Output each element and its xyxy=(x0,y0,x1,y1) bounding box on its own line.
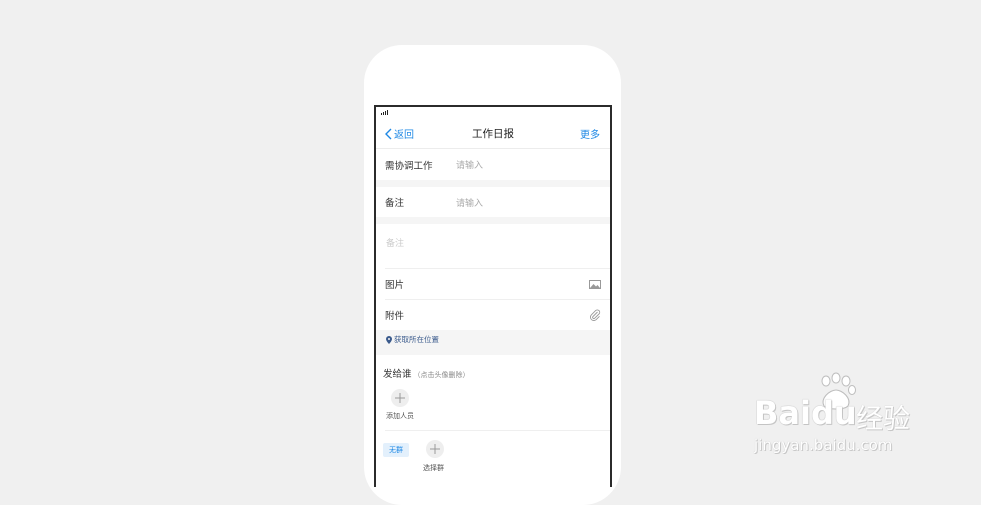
attachment-row[interactable]: 附件 xyxy=(376,300,610,330)
location-pin-icon xyxy=(386,335,392,344)
notes-placeholder: 备注 xyxy=(386,239,405,249)
remarks-row[interactable]: 备注 请输入 xyxy=(376,187,610,217)
send-to-section: 发给谁 （点击头像删除） 添加人员 无群 选择群 xyxy=(376,355,610,487)
app-screen: 返回 工作日报 更多 需协调工作 请输入 备注 请输入 备注 图片 附件 获取所… xyxy=(374,105,612,487)
send-to-hint: （点击头像删除） xyxy=(413,371,470,379)
watermark-cn: 经验 xyxy=(856,404,910,435)
location-bar: 获取所在位置 xyxy=(376,330,610,355)
location-label: 获取所在位置 xyxy=(394,335,439,344)
plus-icon xyxy=(395,393,405,403)
select-group-button[interactable] xyxy=(426,440,444,458)
image-icon[interactable] xyxy=(589,279,601,289)
add-person-button[interactable] xyxy=(391,389,409,407)
attachment-label: 附件 xyxy=(385,311,405,322)
images-row[interactable]: 图片 xyxy=(376,269,610,299)
send-to-title: 发给谁 （点击头像删除） xyxy=(383,369,470,380)
status-bar xyxy=(376,107,610,116)
section-gap xyxy=(376,217,610,224)
remarks-label: 备注 xyxy=(385,198,405,209)
signal-icon xyxy=(381,110,388,115)
watermark-url: jingyan.baidu.com xyxy=(754,436,893,454)
select-group-label: 选择群 xyxy=(423,464,444,472)
images-label: 图片 xyxy=(385,280,405,291)
notes-textarea[interactable]: 备注 xyxy=(376,224,610,268)
paperclip-icon[interactable] xyxy=(589,309,601,321)
group-tag[interactable]: 无群 xyxy=(383,443,409,457)
section-gap xyxy=(376,180,610,187)
coordination-input[interactable]: 请输入 xyxy=(456,158,483,171)
nav-bar: 返回 工作日报 更多 xyxy=(376,116,610,149)
add-person-label: 添加人员 xyxy=(386,412,414,420)
coordination-row[interactable]: 需协调工作 请输入 xyxy=(376,149,610,180)
coordination-label: 需协调工作 xyxy=(385,160,433,172)
remarks-input[interactable]: 请输入 xyxy=(456,196,483,209)
baidu-watermark: Baidu 经验 jingyan.baidu.com xyxy=(750,372,930,462)
more-button[interactable]: 更多 xyxy=(580,126,600,141)
page-title: 工作日报 xyxy=(472,128,514,140)
watermark-brand: Baidu xyxy=(754,394,857,432)
plus-icon xyxy=(430,444,440,454)
get-location-button[interactable]: 获取所在位置 xyxy=(386,334,439,345)
divider xyxy=(385,430,610,431)
